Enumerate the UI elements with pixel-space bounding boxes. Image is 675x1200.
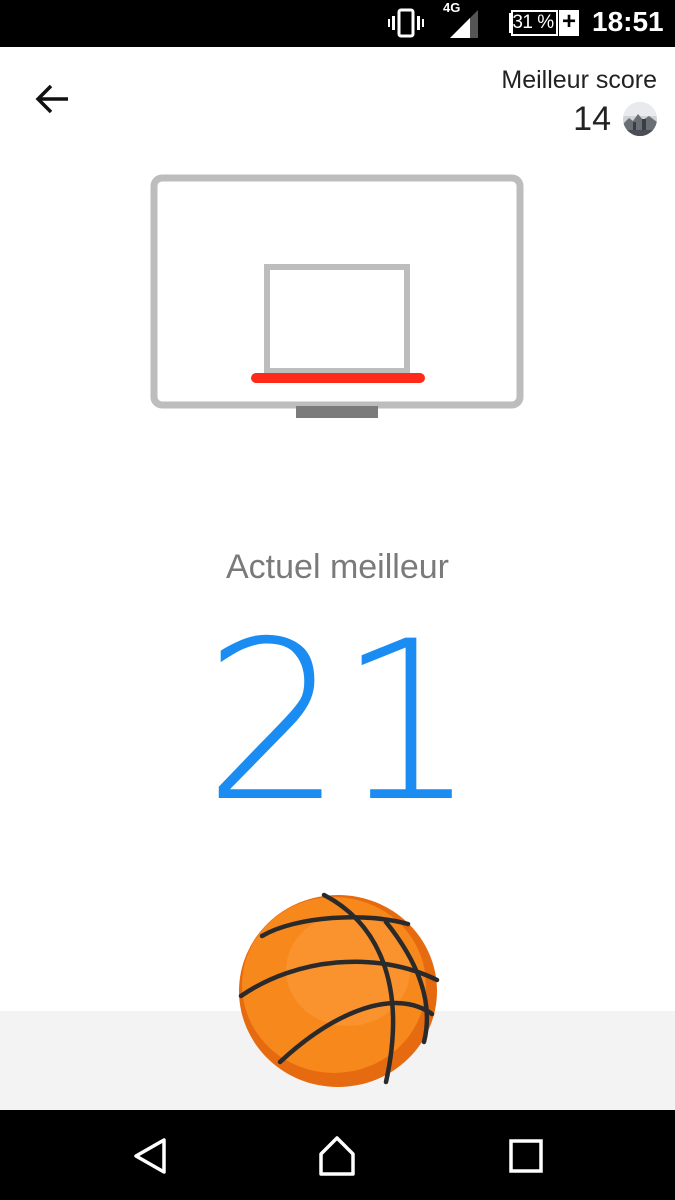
battery-level: 31 % — [512, 12, 554, 33]
nav-recents-button[interactable] — [504, 1134, 548, 1178]
status-bar: 4G 31 % + 18:51 — [0, 0, 675, 47]
hoop — [150, 174, 524, 418]
arrow-left-icon — [35, 84, 68, 114]
nav-home-button[interactable] — [315, 1134, 359, 1178]
vibrate-icon — [388, 8, 424, 38]
house-home-icon — [319, 1136, 355, 1176]
triangle-back-icon — [134, 1138, 166, 1174]
best-score-label: Meilleur score — [501, 66, 657, 94]
back-button[interactable] — [30, 76, 76, 122]
nav-back-button[interactable] — [128, 1134, 172, 1178]
current-best-label: Actuel meilleur — [226, 548, 449, 586]
signal-icon — [450, 10, 478, 38]
basketball[interactable] — [236, 892, 440, 1090]
current-score: 21 — [203, 594, 478, 850]
hoop-bracket — [296, 406, 378, 418]
clock: 18:51 — [592, 6, 664, 37]
avatar[interactable] — [623, 102, 657, 136]
navigation-bar — [0, 1110, 675, 1200]
battery-icon: 31 % — [508, 10, 558, 36]
square-recents-icon — [509, 1139, 543, 1173]
best-score-value: 14 — [573, 100, 611, 138]
charging-icon: + — [559, 10, 579, 36]
